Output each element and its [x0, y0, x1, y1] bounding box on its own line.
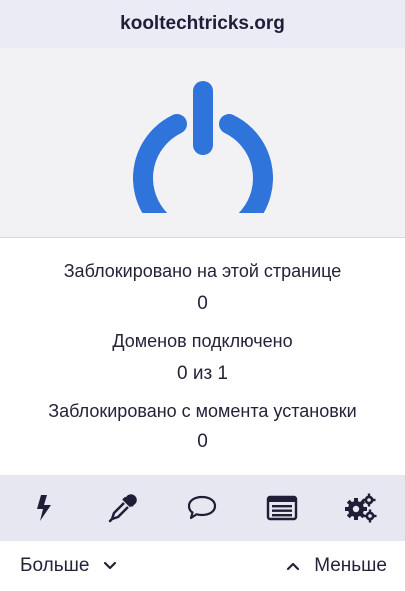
logger-list-icon [266, 495, 298, 521]
less-label: Меньше [314, 555, 387, 576]
stat-blocked-total-value: 0 [197, 431, 208, 452]
more-label: Больше [20, 555, 90, 576]
less-button[interactable]: Меньше [286, 555, 387, 577]
chevron-down-icon [104, 561, 117, 570]
stat-blocked-total-label: Заблокировано с момента установки [48, 401, 357, 421]
power-icon[interactable] [132, 73, 273, 213]
eyedropper-button[interactable] [93, 483, 153, 533]
stat-domains-label: Доменов подключено [112, 331, 293, 351]
chevron-up-icon [287, 562, 300, 571]
stat-blocked-page-label: Заблокировано на этой странице [63, 261, 342, 281]
gears-icon [345, 493, 377, 523]
site-header: kooltechtricks.org [0, 0, 405, 48]
power-area [0, 48, 405, 238]
stat-blocked-page-value: 0 [197, 293, 208, 314]
stat-domains-value: 0 из 1 [176, 363, 229, 384]
toolbar [0, 475, 405, 541]
eyedropper-icon [108, 494, 137, 523]
site-hostname: kooltechtricks.org [120, 13, 285, 34]
lightning-button[interactable] [14, 483, 74, 533]
logger-button[interactable] [252, 483, 312, 533]
more-button[interactable]: Больше [20, 555, 117, 577]
report-button[interactable] [172, 483, 232, 533]
speech-bubble-icon [188, 495, 217, 520]
stats-panel: Заблокировано на этой странице 0 Доменов… [0, 239, 405, 475]
lightning-icon [36, 495, 51, 521]
dashboard-button[interactable] [331, 483, 391, 533]
footer: Больше Меньше [0, 541, 405, 591]
